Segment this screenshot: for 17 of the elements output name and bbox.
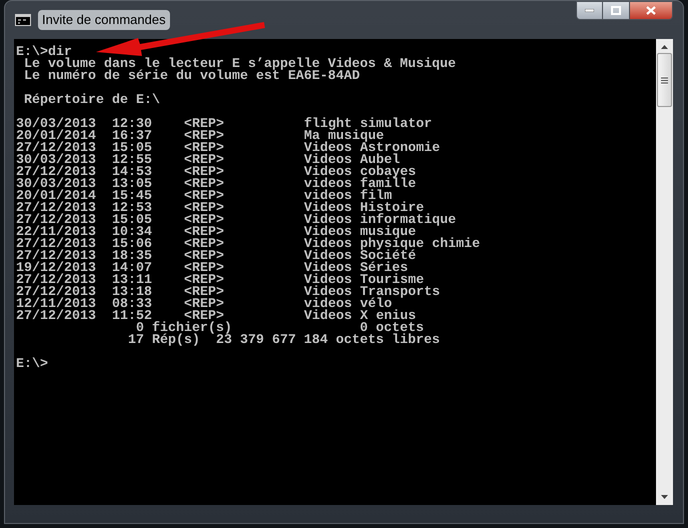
minimize-icon bbox=[585, 9, 594, 12]
scroll-thumb[interactable] bbox=[657, 53, 672, 107]
close-button[interactable] bbox=[629, 1, 673, 20]
output-line: Répertoire de E:\ bbox=[22, 95, 160, 107]
scroll-down-icon bbox=[661, 495, 668, 499]
command-prompt: E:\> bbox=[16, 359, 48, 371]
output-line: Le numéro de série du volume est EA6E-84AD bbox=[22, 71, 360, 83]
maximize-button[interactable] bbox=[603, 1, 629, 20]
scroll-up-icon bbox=[661, 45, 668, 49]
maximize-icon bbox=[611, 6, 621, 15]
grip-icon bbox=[661, 76, 668, 84]
window-title: Invite de commandes bbox=[38, 10, 170, 30]
minimize-button[interactable] bbox=[576, 1, 603, 20]
close-icon bbox=[646, 6, 656, 15]
terminal-icon bbox=[15, 14, 31, 26]
scrollbar[interactable] bbox=[656, 39, 673, 505]
summary-line: 17 Rép(s) 23 379 677 184 octets libres bbox=[126, 335, 440, 347]
